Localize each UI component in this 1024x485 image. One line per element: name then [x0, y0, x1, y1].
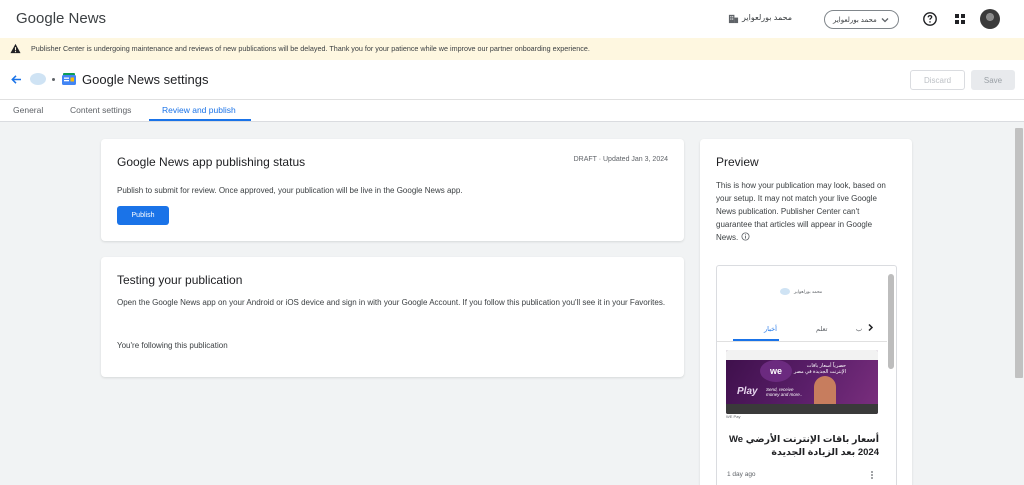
- preview-title: Preview: [716, 155, 759, 169]
- phone-tab-partial[interactable]: ب: [856, 325, 862, 333]
- brand-title[interactable]: Google News: [16, 10, 106, 27]
- publish-button[interactable]: Publish: [117, 206, 169, 225]
- banner-message: Publisher Center is undergoing maintenan…: [31, 44, 590, 53]
- testing-card: Testing your publication Open the Google…: [101, 257, 684, 377]
- image-bottom-strip: [726, 404, 878, 414]
- organization-name: محمد بورلعواير: [742, 13, 793, 22]
- publishing-status-card: Google News app publishing status DRAFT …: [101, 139, 684, 241]
- phone-scrollbar[interactable]: [888, 274, 894, 369]
- back-arrow-icon[interactable]: [10, 73, 23, 86]
- page-scrollbar-thumb[interactable]: [1015, 128, 1023, 378]
- preview-description: This is how your publication may look, b…: [716, 179, 896, 244]
- top-app-bar: Google News محمد بورلعواير محمد بورلعواي…: [0, 0, 1024, 38]
- save-button[interactable]: Save: [971, 70, 1015, 90]
- publication-logo: [30, 73, 46, 85]
- page-header: Google News settings Discard Save: [0, 60, 1024, 100]
- we-play-logo: Play: [737, 386, 758, 397]
- publishing-status-title: Google News app publishing status: [117, 155, 306, 169]
- article-title[interactable]: أسعار باقات الإنترنت الأرضي We 2024 بعد …: [726, 433, 879, 459]
- article-image[interactable]: we حصرياً أسعار باقات الإنترنت الجديدة ف…: [726, 350, 878, 414]
- phone-publication-name: محمد بورلعواير: [794, 289, 823, 294]
- google-news-icon: [62, 73, 76, 85]
- user-avatar[interactable]: [980, 9, 1000, 29]
- phone-preview: محمد بورلعواير أخبار تعلم ب we حصرياً أس…: [716, 265, 897, 485]
- maintenance-banner: Publisher Center is undergoing maintenan…: [0, 38, 1024, 60]
- testing-title: Testing your publication: [117, 273, 243, 287]
- account-selector[interactable]: محمد بورلعواير: [824, 10, 899, 29]
- apps-grid-icon[interactable]: [954, 13, 966, 25]
- phone-tabs-divider: [717, 341, 887, 342]
- phone-tab-learn[interactable]: تعلم: [816, 325, 827, 333]
- breadcrumb-separator: [52, 78, 55, 81]
- settings-tabs: General Content settings Review and publ…: [0, 100, 1024, 122]
- tab-content-settings[interactable]: Content settings: [70, 105, 131, 115]
- chevron-down-icon: [881, 17, 889, 22]
- building-icon: [728, 14, 739, 24]
- more-vert-icon[interactable]: [869, 470, 875, 480]
- publishing-description: Publish to submit for review. Once appro…: [117, 186, 463, 195]
- status-badge: DRAFT · Updated Jan 3, 2024: [573, 156, 668, 163]
- article-source: WE Pay: [726, 414, 878, 423]
- phone-tab-news[interactable]: أخبار: [764, 325, 777, 333]
- warning-icon: [10, 43, 21, 54]
- image-top-strip: [726, 350, 878, 360]
- image-headline: حصرياً أسعار باقات الإنترنت الجديدة في م…: [793, 363, 846, 375]
- publication-logo: [780, 288, 790, 295]
- following-status: You're following this publication: [117, 341, 228, 350]
- account-name: محمد بورلعواير: [833, 16, 877, 24]
- page-title: Google News settings: [82, 72, 209, 87]
- tab-general[interactable]: General: [13, 105, 43, 115]
- testing-description: Open the Google News app on your Android…: [117, 298, 666, 307]
- page-scrollbar[interactable]: [1014, 122, 1024, 485]
- help-circle-icon[interactable]: [922, 11, 938, 27]
- discard-button[interactable]: Discard: [910, 70, 965, 90]
- active-tab-indicator: [149, 119, 251, 121]
- image-tagline: Send, receive money and more..: [766, 387, 803, 397]
- info-icon[interactable]: [741, 232, 750, 241]
- article-time: 1 day ago: [727, 471, 756, 478]
- preview-card: Preview This is how your publication may…: [700, 139, 912, 485]
- we-logo: we: [760, 360, 792, 382]
- tab-review-and-publish[interactable]: Review and publish: [162, 105, 236, 115]
- chevron-right-icon[interactable]: [866, 323, 875, 332]
